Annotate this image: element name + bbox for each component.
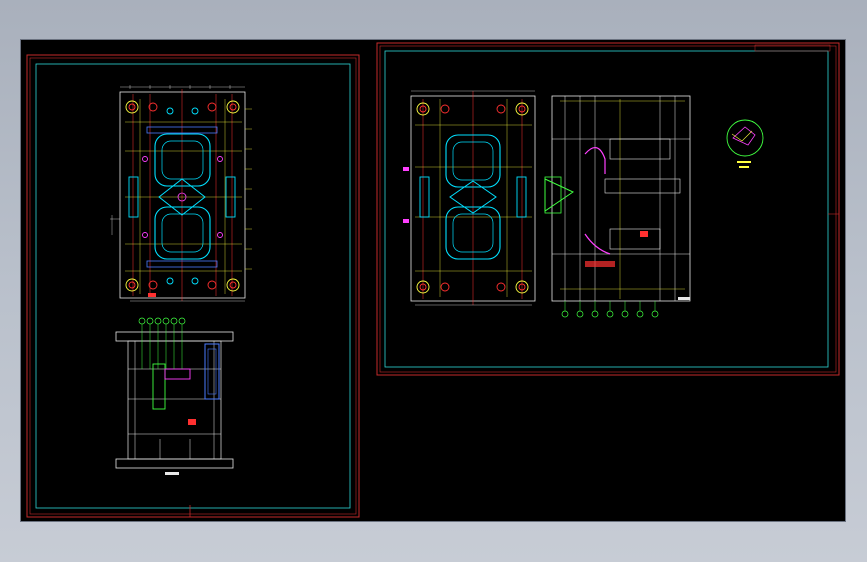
right-plan-view [403, 90, 536, 306]
sprue-bushing [544, 178, 575, 212]
detail-circle [726, 119, 764, 168]
left-drawing-sheet [26, 54, 360, 518]
left-sheet-inner-frame [35, 63, 351, 509]
right-section-view [544, 95, 691, 318]
left-sheet-frame-2 [29, 57, 357, 515]
left-sheet-outer-frame [26, 54, 360, 518]
cad-drawing-canvas[interactable] [20, 39, 846, 522]
right-drawing-sheet [376, 42, 840, 376]
right-sheet-outer-frame [376, 42, 840, 376]
cad-drawing-svg[interactable] [20, 39, 846, 522]
left-plan-view [110, 85, 252, 302]
cavity-upper [154, 133, 211, 187]
left-section-view [115, 317, 234, 475]
